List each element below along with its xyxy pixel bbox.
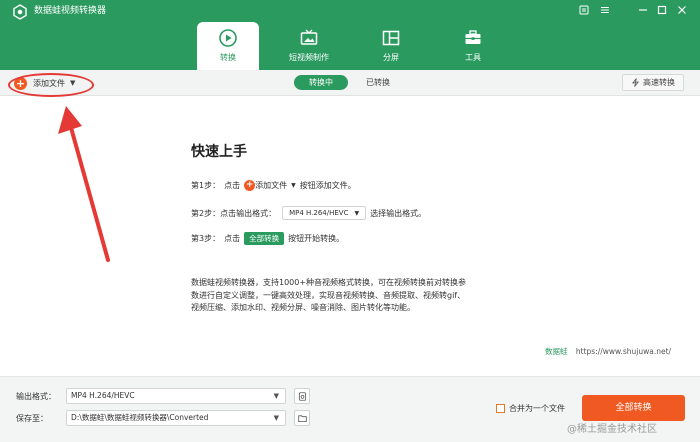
step-3: 第3步： 点击 全部转换 按钮开始转换。 — [191, 232, 344, 245]
save-to-value: D:\数据蛙\数据蛙视频转换器\Converted — [71, 413, 209, 422]
tab-converting[interactable]: 转换中 — [294, 75, 348, 90]
output-format-select[interactable]: MP4 H.264/HEVC ▼ — [66, 388, 286, 404]
annotation-highlight-oval — [8, 73, 94, 97]
tab-converted[interactable]: 已转换 — [356, 75, 400, 90]
caret-down-icon: ▼ — [354, 209, 360, 217]
header-bar: 数据蛙视频转换器 转换 短视频制作 分屏 工具 — [0, 0, 700, 70]
step-1: 第1步： 点击 + 添加文件 ▼ 按钮添加文件。 — [191, 180, 356, 191]
close-icon[interactable] — [675, 3, 689, 17]
tab-label: 工具 — [465, 53, 481, 62]
brand-footer: 数据蛙 https://www.shujuwa.net/ — [545, 346, 671, 357]
save-to-label: 保存至： — [16, 414, 48, 423]
app-window: 数据蛙视频转换器 转换 短视频制作 分屏 工具 + 添加文件 ▼ 转换中 已转换… — [0, 0, 700, 442]
output-format-value: MP4 H.264/HEVC — [71, 391, 135, 400]
tab-short-video[interactable]: 短视频制作 — [278, 22, 340, 70]
save-to-select[interactable]: D:\数据蛙\数据蛙视频转换器\Converted ▼ — [66, 410, 286, 426]
step-prefix: 第3步： — [191, 234, 221, 243]
tv-icon — [300, 29, 318, 45]
app-title: 数据蛙视频转换器 — [34, 6, 107, 16]
description-line: 视频压缩、添加水印、视频分屏、噪音消除、图片转化等功能。 — [191, 303, 415, 312]
step-prefix: 第2步： — [191, 208, 221, 218]
tab-label: 短视频制作 — [289, 53, 329, 62]
step-text: 点击 — [224, 181, 241, 190]
feedback-icon[interactable] — [598, 3, 612, 17]
step-button-label: 全部转换 — [244, 232, 285, 245]
tab-tools[interactable]: 工具 — [442, 22, 504, 70]
folder-icon — [297, 414, 307, 422]
maximize-icon[interactable] — [655, 3, 669, 17]
menu-icon[interactable] — [577, 3, 591, 17]
step-format-select: MP4 H.264/HEVC ▼ — [282, 206, 367, 220]
caret-down-icon: ▼ — [273, 414, 279, 422]
step-suffix: 选择输出格式。 — [370, 208, 427, 218]
step-text: 点击输出格式： — [220, 208, 277, 218]
brand-url[interactable]: https://www.shujuwa.net/ — [576, 347, 671, 356]
lightning-icon — [631, 78, 640, 87]
tab-convert[interactable]: 转换 — [197, 22, 259, 70]
tab-label: 转换 — [220, 53, 236, 62]
annotation-arrow — [58, 106, 110, 262]
toolbar: + 添加文件 ▼ 转换中 已转换 高速转换 — [0, 70, 700, 96]
step-button-label: 添加文件 — [255, 181, 288, 190]
format-settings-button[interactable] — [294, 388, 310, 404]
caret-down-icon: ▼ — [291, 182, 296, 189]
step-suffix: 按钮开始转换。 — [288, 234, 345, 243]
convert-all-button[interactable]: 全部转换 — [582, 395, 685, 421]
step-text: 点击 — [224, 234, 241, 243]
output-format-label: 输出格式： — [16, 392, 56, 401]
merge-checkbox-row[interactable]: 合并为一个文件 — [496, 403, 565, 414]
step-prefix: 第1步： — [191, 181, 221, 190]
app-description: 数据蛙视频转换器，支持1000+种音视频格式转换，可在视频转换前对转换参 数进行… — [191, 277, 521, 315]
toolbox-icon — [465, 30, 481, 44]
brand-name: 数据蛙 — [545, 347, 568, 356]
split-screen-icon — [382, 30, 400, 46]
fast-convert-button[interactable]: 高速转换 — [622, 74, 684, 91]
plus-icon: + — [244, 180, 256, 191]
watermark-text: @稀土掘金技术社区 — [567, 424, 657, 435]
step-suffix: 按钮添加文件。 — [299, 181, 356, 190]
fast-convert-label: 高速转换 — [643, 78, 675, 87]
tab-split-screen[interactable]: 分屏 — [360, 22, 422, 70]
minimize-icon[interactable] — [636, 3, 650, 17]
settings-doc-icon — [298, 391, 306, 401]
convert-icon — [219, 29, 237, 47]
open-folder-button[interactable] — [294, 410, 310, 426]
merge-label: 合并为一个文件 — [509, 404, 565, 413]
step-2: 第2步： 点击输出格式： MP4 H.264/HEVC ▼ 选择输出格式。 — [191, 206, 426, 220]
caret-down-icon: ▼ — [273, 392, 279, 400]
quick-start-title: 快速上手 — [191, 144, 247, 160]
description-line: 数据蛙视频转换器，支持1000+种音视频格式转换，可在视频转换前对转换参 — [191, 278, 467, 287]
format-value: MP4 H.264/HEVC — [289, 209, 349, 217]
merge-checkbox[interactable] — [496, 404, 505, 413]
tab-label: 分屏 — [383, 53, 399, 62]
description-line: 数进行自定义调整，一键高效处理，实现音视频转换、音频提取、视频转gif、 — [191, 290, 466, 300]
app-logo-icon — [13, 4, 27, 20]
